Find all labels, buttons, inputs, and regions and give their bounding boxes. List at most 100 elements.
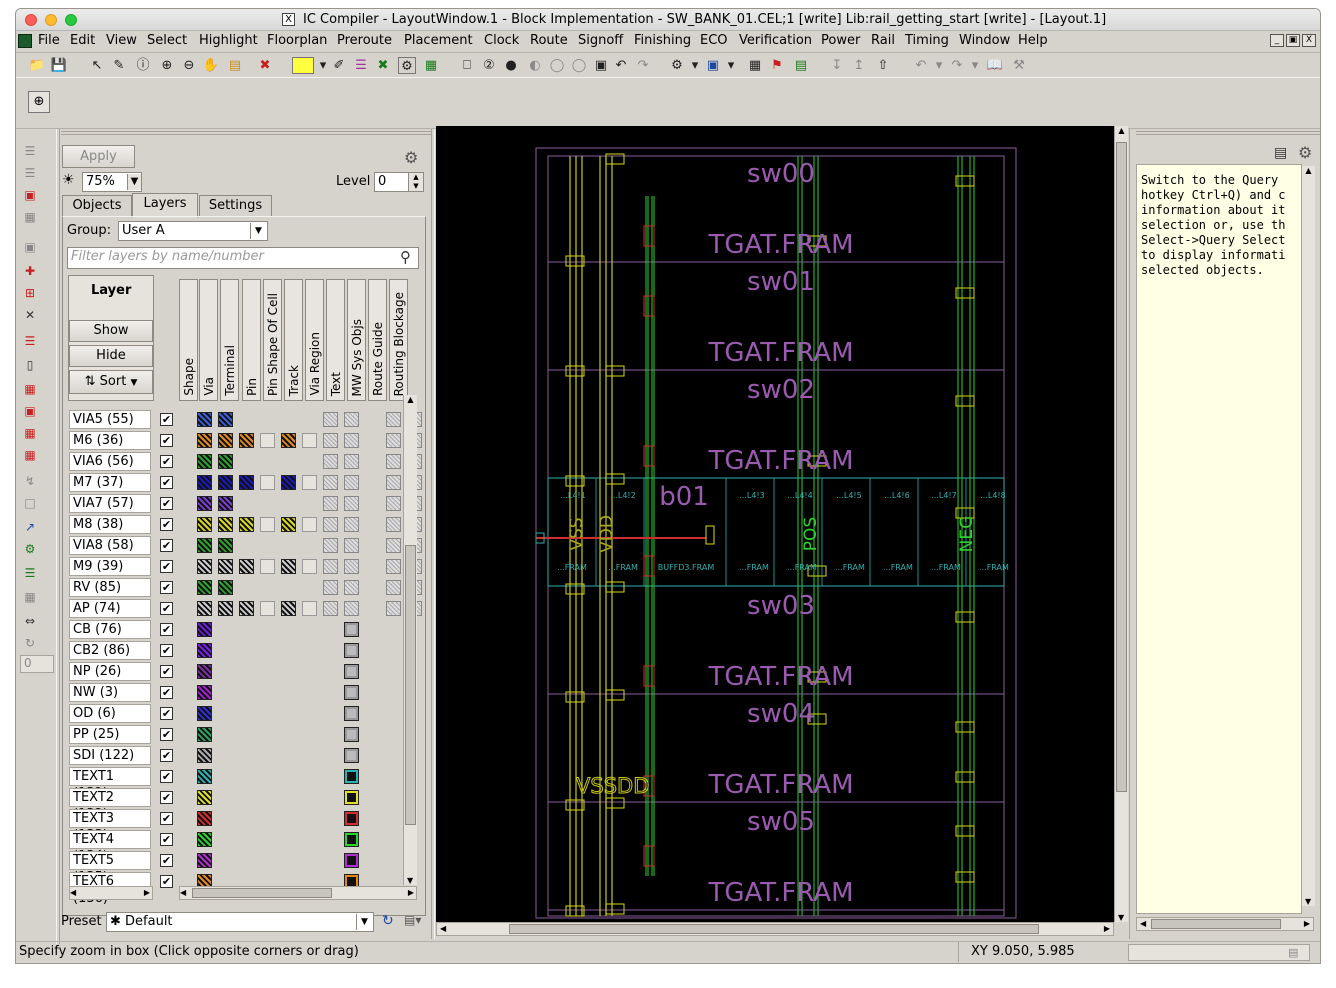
ruler-icon[interactable]: ▤ bbox=[226, 57, 244, 74]
layer-pattern-swatch[interactable] bbox=[218, 538, 233, 553]
layer-pattern-swatch[interactable] bbox=[281, 475, 296, 490]
hide-button[interactable]: Hide bbox=[69, 345, 153, 367]
zoom-out-box-icon[interactable]: ◐ bbox=[526, 57, 544, 74]
layer-option-swatch[interactable] bbox=[323, 538, 338, 553]
zoom-out-icon[interactable]: ⊖ bbox=[180, 57, 198, 74]
group-icon[interactable]: ▦ bbox=[21, 589, 39, 605]
stack2-icon[interactable]: ☰ bbox=[21, 165, 39, 181]
mdi-close-button[interactable]: X bbox=[1302, 34, 1316, 47]
layer-text-swatch[interactable] bbox=[344, 853, 359, 868]
pan-hand-icon[interactable]: ✋ bbox=[202, 57, 220, 74]
column-routing-blockage[interactable]: Routing Blockage bbox=[389, 279, 408, 401]
layer-option-swatch[interactable] bbox=[386, 580, 401, 595]
layer-visible-checkbox[interactable]: ✔ bbox=[160, 749, 173, 762]
layer-name[interactable]: NP (26) bbox=[69, 662, 151, 681]
menu-rail[interactable]: Rail bbox=[871, 33, 895, 48]
layer-name[interactable]: TEXT4 (134) bbox=[69, 830, 151, 864]
tab-layers[interactable]: Layers bbox=[132, 193, 198, 218]
layer-text-swatch[interactable] bbox=[344, 832, 359, 847]
layer-option-swatch[interactable] bbox=[323, 601, 338, 616]
column-terminal[interactable]: Terminal bbox=[220, 279, 239, 401]
layer-row[interactable]: VIA5 (55) ✔ bbox=[69, 410, 429, 429]
layer-pattern-swatch[interactable] bbox=[197, 517, 212, 532]
layer-visible-checkbox[interactable]: ✔ bbox=[160, 413, 173, 426]
query-export-icon[interactable]: ▤ bbox=[1274, 145, 1287, 161]
layer-option-swatch[interactable] bbox=[323, 433, 338, 448]
layer-option-swatch[interactable] bbox=[386, 496, 401, 511]
layer-name[interactable]: SDI (122) bbox=[69, 746, 151, 765]
layer-pattern-swatch[interactable] bbox=[302, 559, 317, 574]
scroll-thumb[interactable] bbox=[509, 924, 1039, 934]
layer-name[interactable]: OD (6) bbox=[69, 704, 151, 723]
flip-icon[interactable]: ⇔ bbox=[21, 613, 39, 629]
layer-text-swatch[interactable] bbox=[344, 622, 359, 637]
select-gear-icon[interactable]: ⚙ bbox=[398, 57, 416, 74]
layer-option-swatch[interactable] bbox=[323, 517, 338, 532]
layer-visible-checkbox[interactable]: ✔ bbox=[160, 623, 173, 636]
info-icon[interactable]: ⓘ bbox=[134, 57, 152, 74]
wire-icon[interactable]: ☰ bbox=[21, 333, 39, 349]
scroll-up-arrow-icon[interactable]: ▲ bbox=[404, 395, 417, 404]
layer-option-swatch[interactable] bbox=[323, 496, 338, 511]
layer-row[interactable]: AP (74) ✔ bbox=[69, 599, 429, 618]
layer-visible-checkbox[interactable]: ✔ bbox=[160, 560, 173, 573]
layer-name[interactable]: M9 (39) bbox=[69, 557, 151, 576]
layer-pattern-swatch[interactable] bbox=[260, 559, 275, 574]
text-tool-icon[interactable]: ▦ bbox=[21, 447, 39, 463]
preset-reload-icon[interactable]: ↻ bbox=[382, 913, 394, 929]
tab-settings[interactable]: Settings bbox=[199, 195, 272, 217]
menu-select[interactable]: Select bbox=[147, 33, 187, 48]
pointer-icon[interactable]: ↖ bbox=[88, 57, 106, 74]
layer-pattern-swatch[interactable] bbox=[218, 601, 233, 616]
layer-visible-checkbox[interactable]: ✔ bbox=[160, 602, 173, 615]
layer-pattern-swatch[interactable] bbox=[218, 412, 233, 427]
scroll-right-arrow-icon[interactable]: ▶ bbox=[1304, 918, 1310, 930]
move-icon[interactable]: ▣ bbox=[21, 187, 39, 203]
net-icon[interactable]: ▤ bbox=[792, 57, 810, 74]
zoom-in-icon[interactable]: ⊕ bbox=[158, 57, 176, 74]
canvas-vscrollbar[interactable]: ▲ ▼ bbox=[1114, 126, 1128, 922]
flag-icon[interactable]: ⚑ bbox=[768, 57, 786, 74]
mdi-restore-button[interactable]: ▣ bbox=[1286, 34, 1300, 47]
layer-row[interactable]: NP (26) ✔ bbox=[69, 662, 429, 681]
layer-pattern-swatch[interactable] bbox=[239, 475, 254, 490]
layer-pattern-swatch[interactable] bbox=[197, 643, 212, 658]
layer-option-swatch[interactable] bbox=[323, 454, 338, 469]
layer-name[interactable]: VIA7 (57) bbox=[69, 494, 151, 513]
layer-pattern-swatch[interactable] bbox=[197, 706, 212, 721]
layer-visible-checkbox[interactable]: ✔ bbox=[160, 686, 173, 699]
layer-visible-checkbox[interactable]: ✔ bbox=[160, 434, 173, 447]
menu-preroute[interactable]: Preroute bbox=[337, 33, 392, 48]
menu-view[interactable]: View bbox=[106, 33, 137, 48]
layer-option-swatch[interactable] bbox=[344, 601, 359, 616]
highlight-color-icon[interactable] bbox=[292, 57, 314, 74]
layer-pattern-swatch[interactable] bbox=[260, 433, 275, 448]
menu-timing[interactable]: Timing bbox=[905, 33, 949, 48]
path-icon[interactable]: ▦ bbox=[21, 425, 39, 441]
layer-pattern-swatch[interactable] bbox=[239, 517, 254, 532]
layer-visible-checkbox[interactable]: ✔ bbox=[160, 875, 173, 888]
canvas-splitter[interactable] bbox=[431, 129, 435, 939]
scroll-thumb[interactable] bbox=[1151, 919, 1281, 929]
layer-visible-checkbox[interactable]: ✔ bbox=[160, 791, 173, 804]
layer-option-swatch[interactable] bbox=[344, 538, 359, 553]
layer-pattern-swatch[interactable] bbox=[197, 559, 212, 574]
layer-option-swatch[interactable] bbox=[386, 559, 401, 574]
layer-option-swatch[interactable] bbox=[386, 454, 401, 469]
layer-pattern-swatch[interactable] bbox=[302, 517, 317, 532]
column-text[interactable]: Text bbox=[326, 279, 345, 401]
layer-text-swatch[interactable] bbox=[344, 706, 359, 721]
layer-text-swatch[interactable] bbox=[344, 643, 359, 658]
layer-row[interactable]: NW (3) ✔ bbox=[69, 683, 429, 702]
brush-icon[interactable]: ✐ bbox=[330, 57, 348, 74]
apply-button[interactable]: Apply bbox=[62, 145, 135, 168]
menu-verification[interactable]: Verification bbox=[739, 33, 812, 48]
layer-pattern-swatch[interactable] bbox=[197, 475, 212, 490]
layer-visible-checkbox[interactable]: ✔ bbox=[160, 728, 173, 741]
dropdown-arrow-icon[interactable]: ▾ bbox=[722, 57, 740, 74]
dropdown-arrow-icon[interactable]: ▾ bbox=[966, 57, 984, 74]
layer-visible-checkbox[interactable]: ✔ bbox=[160, 539, 173, 552]
scroll-down-arrow-icon[interactable]: ▼ bbox=[407, 876, 413, 885]
sort-button[interactable]: ⇅ Sort ▼ bbox=[69, 370, 153, 394]
scroll-right-arrow-icon[interactable]: ▶ bbox=[1104, 923, 1110, 935]
